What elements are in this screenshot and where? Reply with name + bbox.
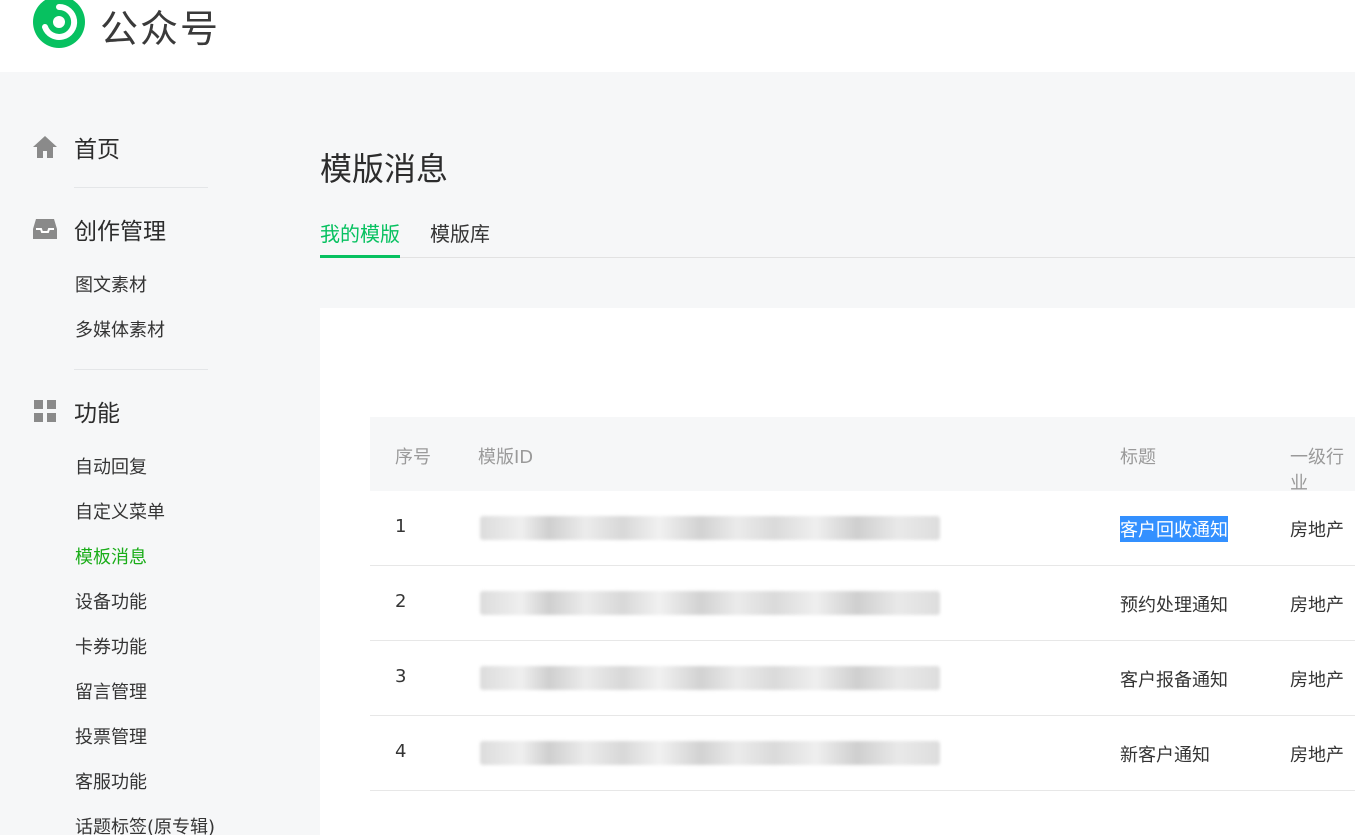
inbox-icon bbox=[32, 216, 58, 242]
row-industry: 房地产 bbox=[1290, 520, 1344, 541]
row-industry: 房地产 bbox=[1290, 745, 1344, 766]
row-index: 3 bbox=[395, 666, 407, 687]
row-index: 1 bbox=[395, 516, 407, 537]
row-title[interactable]: 新客户通知 bbox=[1120, 741, 1210, 767]
divider bbox=[74, 369, 208, 370]
column-header-template-id: 模版ID bbox=[478, 447, 534, 468]
grid-icon bbox=[32, 398, 58, 424]
table-row[interactable]: 3 客户报备通知 房地产 bbox=[370, 641, 1355, 716]
row-index: 4 bbox=[395, 741, 407, 762]
template-table: 序号 模版ID 标题 一级行业 1 客户回收通知 房地产 2 预约处理通知 房地… bbox=[370, 417, 1355, 791]
tab-template-library[interactable]: 模版库 bbox=[430, 218, 490, 247]
sidebar-item-auto-reply[interactable]: 自动回复 bbox=[75, 453, 147, 479]
row-title[interactable]: 客户回收通知 bbox=[1120, 516, 1228, 542]
sidebar-item-template-message[interactable]: 模板消息 bbox=[75, 543, 147, 569]
column-header-industry: 一级行业 bbox=[1290, 447, 1344, 494]
table-row[interactable]: 2 预约处理通知 房地产 bbox=[370, 566, 1355, 641]
top-bar: 公众号 bbox=[0, 0, 1355, 72]
nav-features[interactable]: 功能 bbox=[32, 394, 120, 428]
tab-bar: 我的模版 模版库 bbox=[320, 212, 1355, 258]
sidebar-item-topic-tags[interactable]: 话题标签(原专辑) bbox=[75, 813, 215, 835]
row-index: 2 bbox=[395, 591, 407, 612]
table-row[interactable]: 4 新客户通知 房地产 bbox=[370, 716, 1355, 791]
home-icon bbox=[32, 134, 58, 160]
table-header: 序号 模版ID 标题 一级行业 bbox=[370, 417, 1355, 494]
column-header-index: 序号 bbox=[395, 447, 431, 468]
sidebar-item-device[interactable]: 设备功能 bbox=[75, 588, 147, 614]
active-tab-indicator bbox=[320, 255, 400, 258]
redacted-template-id bbox=[480, 741, 940, 765]
nav-home[interactable]: 首页 bbox=[32, 130, 120, 164]
redacted-template-id bbox=[480, 591, 940, 615]
nav-features-label: 功能 bbox=[74, 401, 120, 427]
nav-content-management-label: 创作管理 bbox=[74, 219, 166, 245]
sidebar-item-customer-service[interactable]: 客服功能 bbox=[75, 768, 147, 794]
redacted-template-id bbox=[480, 516, 940, 540]
table-row[interactable]: 1 客户回收通知 房地产 bbox=[370, 491, 1355, 566]
sidebar-item-coupons[interactable]: 卡券功能 bbox=[75, 633, 147, 659]
row-industry: 房地产 bbox=[1290, 595, 1344, 616]
row-title[interactable]: 客户报备通知 bbox=[1120, 666, 1228, 692]
tab-my-templates[interactable]: 我的模版 bbox=[320, 218, 400, 247]
sidebar-item-image-text[interactable]: 图文素材 bbox=[75, 271, 147, 297]
redacted-template-id bbox=[480, 666, 940, 690]
sidebar-item-comments[interactable]: 留言管理 bbox=[75, 678, 147, 704]
sidebar: 首页 创作管理 图文素材 多媒体素材 功能 自动回复 自定义菜单 模板消息 设备… bbox=[0, 72, 250, 835]
sidebar-item-custom-menu[interactable]: 自定义菜单 bbox=[75, 498, 165, 524]
row-title[interactable]: 预约处理通知 bbox=[1120, 591, 1228, 617]
column-header-title: 标题 bbox=[1120, 447, 1156, 468]
sidebar-item-voting[interactable]: 投票管理 bbox=[75, 723, 147, 749]
app-title: 公众号 bbox=[100, 7, 221, 51]
page-title: 模版消息 bbox=[320, 150, 449, 188]
wechat-logo-icon[interactable] bbox=[32, 0, 86, 49]
main-content: 模版消息 我的模版 模版库 序号 模版ID 标题 一级行业 1 客户回收通知 房… bbox=[320, 72, 1355, 835]
nav-home-label: 首页 bbox=[74, 137, 120, 163]
divider bbox=[74, 187, 208, 188]
nav-content-management[interactable]: 创作管理 bbox=[32, 212, 166, 246]
row-industry: 房地产 bbox=[1290, 670, 1344, 691]
sidebar-item-media[interactable]: 多媒体素材 bbox=[75, 316, 165, 342]
template-card: 序号 模版ID 标题 一级行业 1 客户回收通知 房地产 2 预约处理通知 房地… bbox=[320, 308, 1355, 835]
